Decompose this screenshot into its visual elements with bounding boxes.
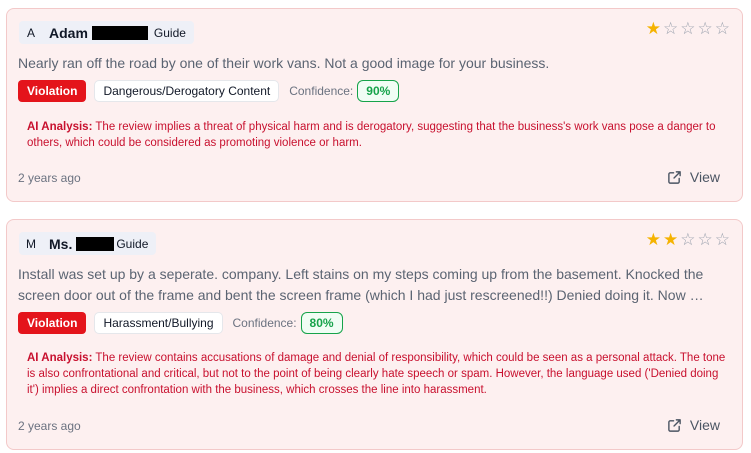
ai-analysis-text: The review implies a threat of physical … (27, 121, 716, 149)
star-filled-icon: ★ (645, 19, 661, 39)
review-text: Install was set up by a seperate. compan… (18, 266, 704, 303)
view-button[interactable]: View (667, 417, 720, 433)
view-label: View (689, 169, 720, 185)
author-name: Ms. (49, 235, 73, 252)
star-empty-icon: ☆ (714, 230, 730, 250)
ai-analysis: AI Analysis: The review implies a threat… (27, 119, 726, 151)
review-text: Nearly ran off the road by one of their … (18, 55, 550, 71)
review-card: M Ms. Guide ★ ★ ☆ ☆ ☆ Install was set up by … (6, 219, 743, 450)
avatar: A (26, 25, 35, 40)
view-button[interactable]: View (667, 169, 720, 185)
star-empty-icon: ☆ (680, 19, 696, 39)
violation-badge: Violation (18, 312, 87, 334)
view-label: View (689, 417, 720, 433)
external-link-icon (668, 418, 681, 432)
ai-analysis-label: AI Analysis: (27, 352, 93, 364)
author-chip: M Ms. Guide (19, 232, 157, 255)
ai-analysis: AI Analysis: The review contains accusat… (27, 350, 726, 398)
timestamp: 2 years ago (18, 171, 81, 185)
ai-analysis-text: The review contains accusations of damag… (27, 352, 726, 396)
confidence-badge: 90% (357, 80, 400, 102)
confidence-label: Confidence: (232, 316, 297, 330)
ai-analysis-label: AI Analysis: (27, 121, 93, 133)
timestamp: 2 years ago (18, 419, 81, 433)
star-empty-icon: ☆ (663, 19, 679, 39)
star-empty-icon: ☆ (714, 19, 730, 39)
moderation-tags: Violation Dangerous/Derogatory Content C… (18, 80, 400, 102)
redacted-name (91, 25, 148, 40)
violation-badge: Violation (18, 80, 87, 102)
author-chip: A Adam Guide (19, 21, 194, 44)
avatar: M (26, 236, 36, 251)
confidence-label: Confidence: (289, 84, 354, 98)
star-filled-icon: ★ (663, 230, 679, 250)
author-role: Guide (153, 25, 186, 40)
redacted-name (76, 236, 115, 251)
author-name: Adam (49, 24, 88, 41)
category-badge: Dangerous/Derogatory Content (94, 80, 280, 102)
category-badge: Harassment/Bullying (94, 312, 223, 334)
star-filled-icon: ★ (645, 230, 661, 250)
confidence-badge: 80% (300, 312, 343, 334)
star-rating: ★ ★ ☆ ☆ ☆ (646, 232, 730, 249)
review-card: A Adam Guide ★ ☆ ☆ ☆ ☆ Nearly ran off the ro… (6, 8, 743, 202)
star-empty-icon: ☆ (697, 230, 713, 250)
external-link-icon (668, 170, 681, 184)
star-rating: ★ ☆ ☆ ☆ ☆ (646, 21, 730, 38)
star-empty-icon: ☆ (697, 19, 713, 39)
author-role: Guide (116, 236, 149, 251)
moderation-tags: Violation Harassment/Bullying Confidence… (18, 312, 343, 334)
star-empty-icon: ☆ (680, 230, 696, 250)
